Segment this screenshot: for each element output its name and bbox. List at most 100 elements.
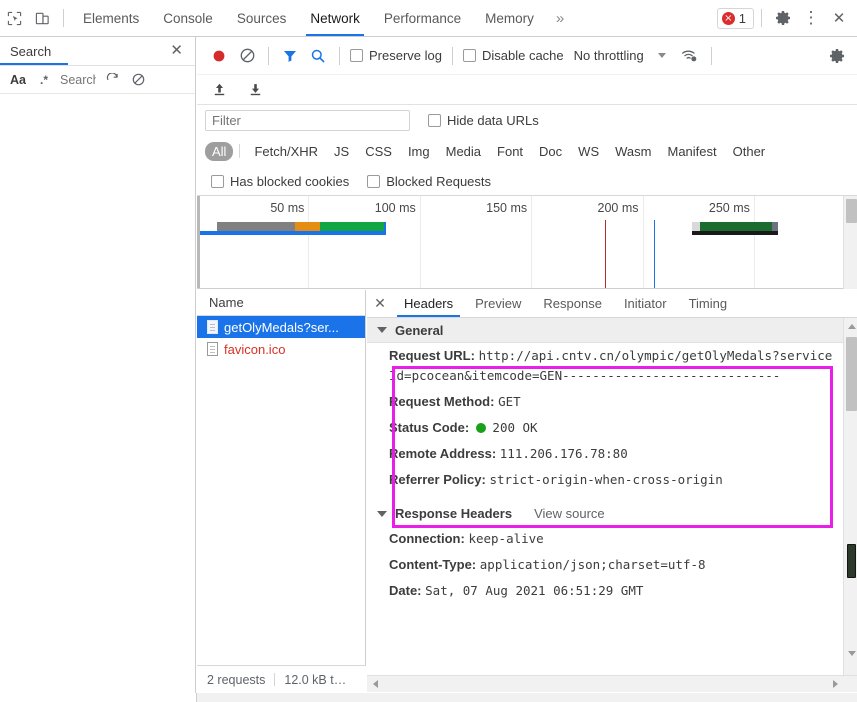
preserve-log-box: [350, 49, 363, 62]
search-drawer: Search ✕ Aa .*: [0, 37, 196, 702]
close-search-drawer-icon[interactable]: ✕: [170, 42, 183, 60]
tab-search[interactable]: Search: [0, 37, 51, 65]
hide-data-urls-checkbox[interactable]: Hide data URLs: [428, 113, 539, 128]
timeline-tick-label: 200 ms: [597, 201, 639, 215]
type-filter-media[interactable]: Media: [438, 142, 489, 161]
type-filter-other[interactable]: Other: [725, 142, 774, 161]
inspect-element-icon[interactable]: [0, 4, 28, 32]
filter-toggle-icon[interactable]: [276, 42, 304, 70]
device-toolbar-icon[interactable]: [28, 4, 56, 32]
timeline-tick-line: [753, 196, 755, 288]
toolbar-divider-4: [339, 46, 340, 65]
blocked-requests-checkbox[interactable]: Blocked Requests: [367, 174, 491, 189]
scroll-down-arrow[interactable]: [844, 646, 857, 661]
record-button[interactable]: [205, 42, 233, 70]
detail-horizontal-scrollbar[interactable]: [367, 675, 857, 692]
type-filter-ws[interactable]: WS: [570, 142, 607, 161]
type-filter-fetch-xhr[interactable]: Fetch/XHR: [246, 142, 326, 161]
toolbar-divider-2: [761, 9, 762, 27]
settings-gear-icon[interactable]: [769, 4, 797, 32]
request-list-header[interactable]: Name: [197, 290, 365, 316]
tab-performance[interactable]: Performance: [372, 0, 473, 36]
error-icon: ×: [721, 11, 735, 25]
timeline-tick-label: 250 ms: [708, 201, 750, 215]
general-section-title: General: [395, 322, 444, 338]
blocked-filters-row: Has blocked cookies Blocked Requests: [197, 168, 857, 196]
network-settings-gear-icon[interactable]: [823, 42, 851, 70]
search-requests-icon[interactable]: [304, 42, 332, 70]
disable-cache-label: Disable cache: [481, 48, 564, 63]
type-filter-img[interactable]: Img: [400, 142, 438, 161]
general-section-header[interactable]: General: [367, 318, 843, 343]
type-filter-font[interactable]: Font: [489, 142, 531, 161]
disable-cache-checkbox[interactable]: Disable cache: [462, 48, 564, 63]
clear-search-icon[interactable]: [126, 69, 150, 91]
tab-headers[interactable]: Headers: [393, 290, 464, 317]
tab-preview[interactable]: Preview: [464, 290, 532, 317]
remote-address-key: Remote Address:: [389, 446, 497, 461]
type-filter-all[interactable]: All: [205, 141, 234, 161]
toolbar-divider-5: [451, 46, 453, 65]
tab-console[interactable]: Console: [151, 0, 225, 36]
detail-scrollbar-thumb[interactable]: [846, 337, 857, 411]
search-input[interactable]: [58, 69, 98, 90]
overview-scrollbar-thumb[interactable]: [846, 199, 857, 223]
scroll-left-arrow[interactable]: [367, 676, 383, 692]
network-conditions-icon[interactable]: [676, 42, 704, 70]
more-tabs-icon[interactable]: »: [546, 10, 574, 27]
type-filter-doc[interactable]: Doc: [531, 142, 570, 161]
type-filter-wasm[interactable]: Wasm: [607, 142, 659, 161]
export-har-button[interactable]: [241, 76, 269, 104]
remote-address-row: Remote Address: 111.206.176.78:80: [367, 441, 843, 467]
request-url-key: Request URL:: [389, 348, 475, 363]
close-devtools-icon[interactable]: ✕: [825, 4, 853, 32]
timeline-tick-line: [642, 196, 644, 288]
response-headers-title: Response Headers: [395, 506, 513, 521]
filter-input[interactable]: [205, 109, 410, 131]
tab-timing[interactable]: Timing: [678, 290, 739, 317]
clear-requests-button[interactable]: [233, 42, 261, 70]
type-filter-js[interactable]: JS: [326, 142, 357, 161]
more-options-icon[interactable]: ⋮: [797, 4, 825, 32]
timeline-request-bar[interactable]: [197, 222, 843, 235]
type-filter-css[interactable]: CSS: [357, 142, 400, 161]
throttling-dropdown[interactable]: No throttling: [574, 48, 666, 63]
detail-scrollbar-thumb-dark[interactable]: [847, 544, 856, 578]
view-source-link[interactable]: View source: [534, 506, 605, 521]
tab-network[interactable]: Network: [298, 0, 372, 36]
tab-initiator[interactable]: Initiator: [613, 290, 678, 317]
preserve-log-checkbox[interactable]: Preserve log: [350, 48, 442, 63]
referrer-policy-key: Referrer Policy:: [389, 472, 486, 487]
overview-scrollbar[interactable]: [843, 196, 857, 289]
scroll-right-arrow[interactable]: [827, 676, 843, 692]
tab-response[interactable]: Response: [532, 290, 613, 317]
toolbar-divider-6: [710, 46, 712, 65]
chevron-down-icon: [377, 327, 387, 333]
error-count-badge[interactable]: × 1: [716, 7, 754, 29]
response-header-value: keep-alive: [468, 531, 544, 546]
timeline-ruler: 50 ms 100 ms 150 ms 200 ms 250 ms: [197, 196, 843, 288]
resource-type-filters: All Fetch/XHR JS CSS Img Media Font Doc …: [197, 138, 857, 164]
blocked-requests-label: Blocked Requests: [386, 174, 492, 189]
tab-memory[interactable]: Memory: [473, 0, 546, 36]
regex-icon[interactable]: .*: [32, 69, 56, 91]
detail-scrollbar[interactable]: [843, 318, 857, 675]
close-detail-icon[interactable]: ✕: [367, 290, 393, 317]
request-row-getolymedals[interactable]: getOlyMedals?ser...: [197, 316, 365, 338]
type-filter-manifest[interactable]: Manifest: [659, 142, 724, 161]
response-headers-section-header[interactable]: Response Headers View source: [367, 501, 843, 526]
network-overview-timeline[interactable]: 50 ms 100 ms 150 ms 200 ms 250 ms: [197, 196, 843, 289]
has-blocked-cookies-checkbox[interactable]: Has blocked cookies: [211, 174, 349, 189]
refresh-icon[interactable]: [100, 69, 124, 91]
referrer-policy-value: strict-origin-when-cross-origin: [489, 472, 723, 487]
tab-sources[interactable]: Sources: [225, 0, 299, 36]
import-har-button[interactable]: [205, 76, 233, 104]
has-blocked-cookies-label: Has blocked cookies: [230, 174, 350, 189]
request-method-value: GET: [498, 394, 521, 409]
match-case-icon[interactable]: Aa: [6, 69, 30, 91]
tab-elements[interactable]: Elements: [71, 0, 151, 36]
blocked-requests-box: [367, 175, 381, 188]
scroll-up-arrow[interactable]: [844, 319, 857, 334]
request-row-favicon[interactable]: favicon.ico: [197, 338, 365, 360]
request-detail-panel: ✕ Headers Preview Response Initiator Tim…: [367, 290, 857, 675]
